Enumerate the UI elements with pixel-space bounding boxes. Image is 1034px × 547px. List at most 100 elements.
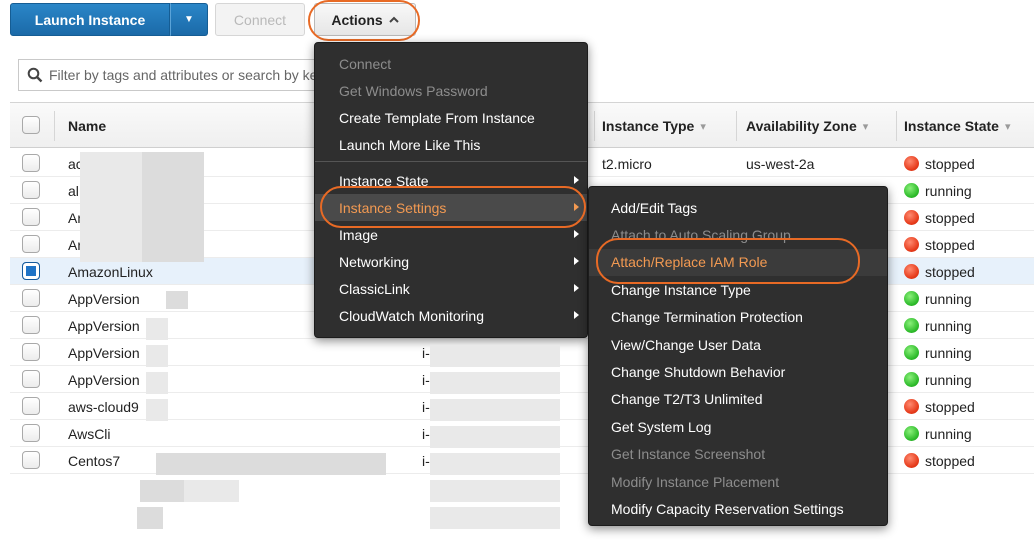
- sort-caret-icon: ▾: [862, 120, 869, 133]
- instance-name: AppVersion: [68, 290, 140, 307]
- instance-state-label: stopped: [925, 155, 975, 172]
- row-checkbox[interactable]: [22, 370, 40, 388]
- actions-menu-item[interactable]: Instance Settings: [315, 194, 587, 221]
- instance-state: stopped: [904, 204, 975, 231]
- stopped-status-icon: [904, 453, 919, 468]
- actions-menu-item[interactable]: Launch More Like This: [315, 131, 587, 158]
- select-all-checkbox[interactable]: [22, 116, 40, 134]
- toolbar: Launch Instance ▼ Connect Actions: [0, 0, 1034, 42]
- redaction-mask: [156, 453, 386, 475]
- instance-settings-menu-item-label: Attach to Auto Scaling Group: [611, 226, 791, 243]
- row-checkbox[interactable]: [22, 235, 40, 253]
- actions-menu-item[interactable]: ClassicLink: [315, 275, 587, 302]
- redaction-mask: [430, 507, 560, 529]
- instance-settings-menu-item: Attach to Auto Scaling Group: [589, 221, 887, 248]
- actions-label: Actions: [331, 11, 383, 28]
- submenu-arrow-icon: [574, 176, 579, 184]
- row-checkbox[interactable]: [22, 343, 40, 361]
- search-icon: [27, 67, 43, 83]
- launch-instance-label: Launch Instance: [34, 11, 146, 28]
- instance-settings-menu-item[interactable]: Get System Log: [589, 413, 887, 440]
- actions-menu-item-label: Connect: [339, 55, 392, 72]
- instance-state-label: running: [925, 182, 972, 199]
- instance-settings-menu-item[interactable]: Change T2/T3 Unlimited: [589, 386, 887, 413]
- redaction-mask: [142, 152, 204, 262]
- running-status-icon: [904, 372, 919, 387]
- instance-settings-menu-item-label: Modify Capacity Reservation Settings: [611, 500, 844, 517]
- actions-menu-item[interactable]: CloudWatch Monitoring: [315, 302, 587, 329]
- filter-bar[interactable]: [18, 59, 318, 91]
- instance-state: stopped: [904, 447, 975, 474]
- instance-settings-menu-item[interactable]: Change Termination Protection: [589, 304, 887, 331]
- instance-settings-menu-item[interactable]: Attach/Replace IAM Role: [589, 248, 887, 276]
- column-header-availability-zone[interactable]: Availability Zone ▾: [746, 103, 868, 149]
- redaction-mask: [146, 372, 168, 394]
- redaction-mask: [146, 345, 168, 367]
- running-status-icon: [904, 318, 919, 333]
- instance-name: AppVersion: [68, 344, 140, 361]
- filter-input[interactable]: [49, 67, 318, 83]
- instance-state-label: running: [925, 371, 972, 388]
- redaction-mask: [166, 291, 188, 309]
- row-checkbox[interactable]: [22, 289, 40, 307]
- instance-settings-menu-item[interactable]: Add/Edit Tags: [589, 194, 887, 221]
- row-checkbox[interactable]: [22, 451, 40, 469]
- row-checkbox[interactable]: [22, 181, 40, 199]
- running-status-icon: [904, 183, 919, 198]
- column-separator: [594, 111, 595, 141]
- caret-down-icon: ▼: [184, 14, 194, 25]
- row-checkbox[interactable]: [22, 424, 40, 442]
- instance-settings-menu-item[interactable]: Change Shutdown Behavior: [589, 358, 887, 385]
- launch-dropdown-button[interactable]: ▼: [170, 3, 208, 36]
- connect-button[interactable]: Connect: [215, 3, 305, 36]
- submenu-arrow-icon: [574, 284, 579, 292]
- column-header-instance-type[interactable]: Instance Type ▾: [602, 103, 706, 149]
- actions-menu: Connect Get Windows Password Create Templa…: [314, 42, 588, 338]
- row-checkbox[interactable]: [22, 208, 40, 226]
- instance-name: aws-cloud9: [68, 398, 139, 415]
- stopped-status-icon: [904, 156, 919, 171]
- instance-state-label: running: [925, 317, 972, 334]
- instance-state-label: running: [925, 344, 972, 361]
- actions-button[interactable]: Actions: [314, 3, 416, 36]
- submenu-arrow-icon: [574, 257, 579, 265]
- instance-settings-menu-item-label: Add/Edit Tags: [611, 199, 698, 216]
- actions-menu-item[interactable]: Networking: [315, 248, 587, 275]
- redaction-mask: [146, 318, 168, 340]
- running-status-icon: [904, 345, 919, 360]
- stopped-status-icon: [904, 264, 919, 279]
- row-checkbox[interactable]: [22, 262, 40, 280]
- stopped-status-icon: [904, 210, 919, 225]
- instance-state: stopped: [904, 258, 975, 285]
- instance-settings-menu-item[interactable]: Change Instance Type: [589, 276, 887, 303]
- row-checkbox[interactable]: [22, 397, 40, 415]
- actions-menu-item-label: Instance Settings: [339, 199, 447, 216]
- column-header-name[interactable]: Name: [68, 103, 106, 149]
- instance-settings-menu-item-label: Change Shutdown Behavior: [611, 363, 786, 380]
- submenu-arrow-icon: [574, 203, 579, 211]
- actions-menu-item[interactable]: Create Template From Instance: [315, 104, 587, 131]
- actions-menu-item-label: Instance State: [339, 172, 429, 189]
- availability-zone: us-west-2a: [746, 155, 815, 172]
- actions-menu-item: Get Windows Password: [315, 77, 587, 104]
- instance-settings-menu-item-label: Change Termination Protection: [611, 309, 803, 326]
- column-header-instance-state[interactable]: Instance State ▾: [904, 103, 1010, 149]
- instance-name: AppVersion: [68, 371, 140, 388]
- actions-menu-item[interactable]: Image: [315, 221, 587, 248]
- instance-settings-menu-item-label: Change T2/T3 Unlimited: [611, 391, 763, 408]
- instance-name: Centos7: [68, 452, 121, 469]
- instance-state-label: stopped: [925, 452, 975, 469]
- instance-settings-menu-item[interactable]: Modify Capacity Reservation Settings: [589, 495, 887, 522]
- row-checkbox[interactable]: [22, 316, 40, 334]
- instance-settings-menu-item[interactable]: View/Change User Data: [589, 331, 887, 358]
- redaction-mask: [430, 372, 560, 394]
- row-checkbox[interactable]: [22, 154, 40, 172]
- actions-menu-item-label: Image: [339, 226, 378, 243]
- actions-menu-item-label: CloudWatch Monitoring: [339, 307, 484, 324]
- connect-label: Connect: [233, 11, 287, 28]
- submenu-arrow-icon: [574, 311, 579, 319]
- column-header-name-label: Name: [68, 118, 107, 134]
- launch-instance-button[interactable]: Launch Instance: [10, 3, 170, 36]
- caret-up-icon: [388, 16, 399, 23]
- actions-menu-item[interactable]: Instance State: [315, 167, 587, 194]
